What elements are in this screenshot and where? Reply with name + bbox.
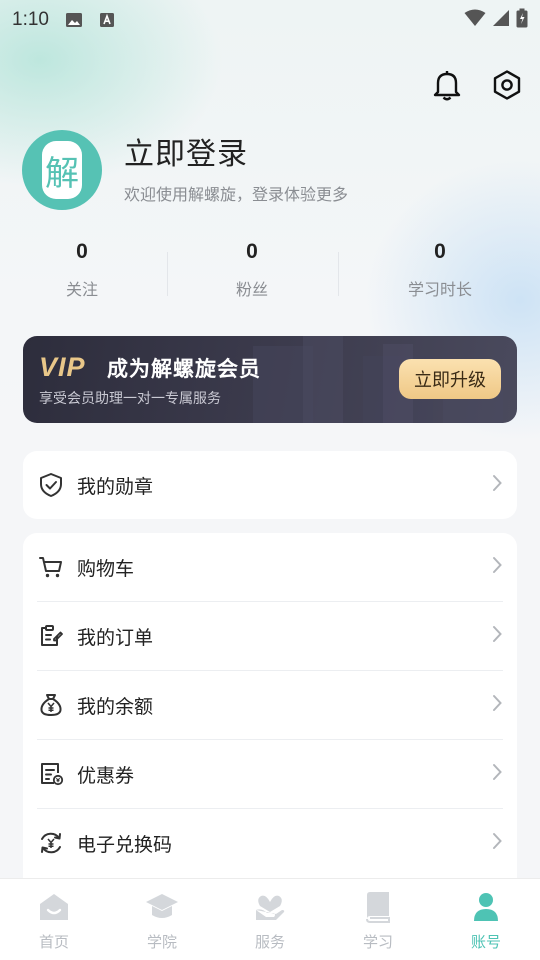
stat-divider bbox=[338, 252, 339, 296]
bell-icon[interactable] bbox=[430, 68, 464, 102]
chevron-right-icon bbox=[491, 624, 503, 648]
menu-label: 优惠券 bbox=[77, 764, 135, 787]
battery-icon bbox=[516, 8, 528, 32]
cart-icon bbox=[37, 553, 65, 581]
stat-label: 学习时长 bbox=[407, 280, 472, 299]
menu-label: 我的订单 bbox=[77, 626, 154, 649]
menu-label: 我的勋章 bbox=[77, 475, 154, 498]
stat-value: 0 bbox=[246, 240, 258, 263]
tab-home[interactable]: 首页 bbox=[0, 879, 108, 960]
vip-banner[interactable]: VIP 成为解螺旋会员 享受会员助理一对一专属服务 立即升级 bbox=[23, 336, 517, 423]
status-bar: 1:10 bbox=[0, 0, 540, 40]
vip-logo: VIP bbox=[39, 352, 86, 382]
login-title[interactable]: 立即登录 bbox=[124, 135, 348, 175]
tab-label: 服务 bbox=[254, 933, 285, 951]
menu-row-cart[interactable]: 购物车 bbox=[23, 533, 517, 601]
menu-label: 购物车 bbox=[77, 557, 135, 580]
tab-label: 账号 bbox=[470, 933, 501, 951]
tab-label: 首页 bbox=[38, 933, 69, 951]
graduation-cap-icon bbox=[145, 891, 179, 923]
vip-title: 成为解螺旋会员 bbox=[107, 357, 261, 381]
avatar[interactable]: 解 bbox=[22, 130, 102, 210]
tab-study[interactable]: 学习 bbox=[324, 879, 432, 960]
coupon-icon bbox=[37, 760, 65, 788]
settings-icon[interactable] bbox=[490, 68, 524, 102]
header-actions bbox=[430, 68, 524, 102]
book-icon bbox=[361, 891, 395, 923]
menu-row-badges[interactable]: 我的勋章 bbox=[23, 451, 517, 519]
chevron-right-icon bbox=[491, 473, 503, 497]
wifi-icon bbox=[464, 9, 486, 31]
menu-label: 电子兑换码 bbox=[77, 833, 173, 856]
tab-label: 学院 bbox=[146, 933, 177, 951]
heart-hand-icon bbox=[253, 891, 287, 923]
vip-subtitle: 享受会员助理一对一专属服务 bbox=[39, 391, 221, 407]
home-icon bbox=[37, 891, 71, 923]
stat-following[interactable]: 0 关注 bbox=[42, 240, 122, 300]
tab-service[interactable]: 服务 bbox=[216, 879, 324, 960]
tab-account[interactable]: 账号 bbox=[432, 879, 540, 960]
chevron-right-icon bbox=[491, 693, 503, 717]
menu-label: 我的余额 bbox=[77, 695, 154, 718]
signal-icon bbox=[492, 9, 510, 31]
menu-row-coupons[interactable]: 优惠券 bbox=[23, 740, 517, 808]
tab-academy[interactable]: 学院 bbox=[108, 879, 216, 960]
profile-header[interactable]: 解 立即登录 欢迎使用解螺旋，登录体验更多 bbox=[22, 130, 348, 210]
exchange-icon bbox=[37, 829, 65, 857]
stat-study-time[interactable]: 0 学习时长 bbox=[390, 240, 490, 300]
stat-label: 关注 bbox=[65, 280, 98, 299]
status-time: 1:10 bbox=[12, 9, 49, 30]
image-notification-icon bbox=[65, 12, 83, 28]
tab-label: 学习 bbox=[362, 933, 393, 951]
stat-fans[interactable]: 0 粉丝 bbox=[212, 240, 292, 300]
stat-label: 粉丝 bbox=[235, 280, 268, 299]
chevron-right-icon bbox=[491, 831, 503, 855]
badge-card[interactable]: 我的勋章 bbox=[23, 451, 517, 519]
menu-row-orders[interactable]: 我的订单 bbox=[23, 602, 517, 670]
order-icon bbox=[37, 622, 65, 650]
menu-row-balance[interactable]: 我的余额 bbox=[23, 671, 517, 739]
user-icon bbox=[469, 891, 503, 923]
login-subtitle: 欢迎使用解螺旋，登录体验更多 bbox=[124, 185, 349, 204]
stat-value: 0 bbox=[434, 240, 446, 263]
stat-value: 0 bbox=[76, 240, 88, 263]
stat-divider bbox=[167, 252, 168, 296]
chevron-right-icon bbox=[491, 762, 503, 786]
chevron-right-icon bbox=[491, 555, 503, 579]
avatar-logo: 解 bbox=[42, 141, 82, 199]
wallet-icon bbox=[37, 691, 65, 719]
upgrade-button[interactable]: 立即升级 bbox=[399, 359, 501, 399]
shield-check-icon bbox=[37, 471, 65, 499]
font-notification-icon bbox=[99, 12, 115, 28]
bottom-tab-bar: 首页 学院 服务 学习 账号 bbox=[0, 878, 540, 960]
menu-card: 购物车 我的订单 我的余额 优惠券 电子兑换码 bbox=[23, 533, 517, 893]
menu-row-redeem-code[interactable]: 电子兑换码 bbox=[23, 809, 517, 877]
